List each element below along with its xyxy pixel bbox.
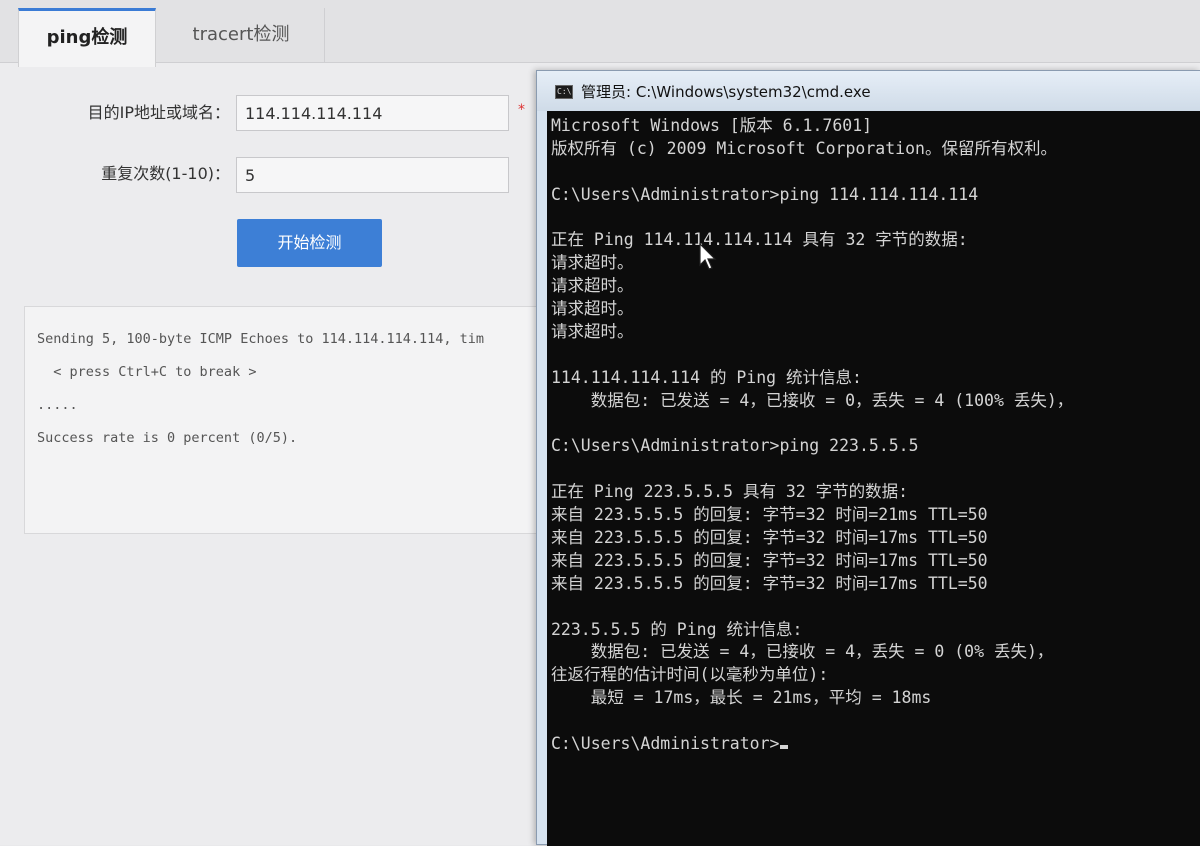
start-check-button[interactable]: 开始检测: [237, 219, 382, 267]
console-line: 正在 Ping 223.5.5.5 具有 32 字节的数据:: [551, 482, 909, 502]
tab-tracert[interactable]: tracert检测: [158, 8, 325, 62]
tab-bar: ping检测 tracert检测: [0, 0, 1200, 67]
console-line: 请求超时。: [551, 322, 634, 342]
console-line: 来自 223.5.5.5 的回复: 字节=32 时间=17ms TTL=50: [551, 573, 988, 593]
console-line: 数据包: 已发送 = 4，已接收 = 0，丢失 = 4 (100% 丢失)，: [551, 390, 1074, 410]
console-line: 来自 223.5.5.5 的回复: 字节=32 时间=17ms TTL=50: [551, 528, 988, 548]
console-text: Microsoft Windows [版本 6.1.7601] 版权所有 (c) …: [551, 115, 1073, 756]
target-label: 目的IP地址或域名：: [87, 103, 230, 122]
cmd-window[interactable]: C:\ 管理员: C:\Windows\system32\cmd.exe Mic…: [536, 70, 1200, 846]
result-line: Success rate is 0 percent (0/5).: [37, 430, 298, 446]
result-output: Sending 5, 100-byte ICMP Echoes to 114.1…: [24, 306, 544, 534]
console-line: 最短 = 17ms，最长 = 21ms，平均 = 18ms: [551, 688, 932, 708]
result-line: Sending 5, 100-byte ICMP Echoes to 114.1…: [37, 331, 485, 347]
required-mark: *: [518, 102, 525, 118]
console-line: 来自 223.5.5.5 的回复: 字节=32 时间=21ms TTL=50: [551, 505, 988, 525]
console-line: 223.5.5.5 的 Ping 统计信息:: [551, 619, 803, 639]
console-line: Microsoft Windows [版本 6.1.7601]: [551, 116, 873, 135]
console-line: 请求超时。: [551, 253, 634, 273]
cmd-window-title: 管理员: C:\Windows\system32\cmd.exe: [581, 83, 871, 101]
text-cursor: [780, 745, 789, 750]
console-line: C:\Users\Administrator>: [551, 733, 1073, 756]
repeat-input[interactable]: 5: [236, 157, 509, 193]
tab-ping[interactable]: ping检测: [18, 8, 156, 67]
console-line: 请求超时。: [551, 299, 634, 319]
repeat-label: 重复次数(1-10)：: [101, 164, 230, 183]
console-line: 数据包: 已发送 = 4，已接收 = 4，丢失 = 0 (0% 丢失)，: [551, 642, 1054, 662]
target-input[interactable]: 114.114.114.114: [236, 95, 509, 131]
console-line: C:\Users\Administrator>ping 114.114.114.…: [551, 184, 979, 204]
console-line: C:\Users\Administrator>ping 223.5.5.5: [551, 436, 919, 456]
result-line: .....: [37, 397, 78, 413]
console-line: 来自 223.5.5.5 的回复: 字节=32 时间=17ms TTL=50: [551, 550, 988, 570]
mouse-pointer-icon: [699, 243, 717, 270]
console-line: 往返行程的估计时间(以毫秒为单位):: [551, 665, 829, 685]
console-line: 正在 Ping 114.114.114.114 具有 32 字节的数据:: [551, 230, 968, 250]
console-output[interactable]: Microsoft Windows [版本 6.1.7601] 版权所有 (c) …: [547, 111, 1200, 846]
cmd-titlebar[interactable]: C:\ 管理员: C:\Windows\system32\cmd.exe: [537, 71, 1200, 111]
result-line: < press Ctrl+C to break >: [37, 364, 257, 380]
console-line: 请求超时。: [551, 276, 634, 296]
console-line: 版权所有 (c) 2009 Microsoft Corporation。保留所有…: [551, 138, 1057, 158]
console-line: 114.114.114.114 的 Ping 统计信息:: [551, 367, 862, 387]
console-icon: C:\: [555, 85, 573, 99]
